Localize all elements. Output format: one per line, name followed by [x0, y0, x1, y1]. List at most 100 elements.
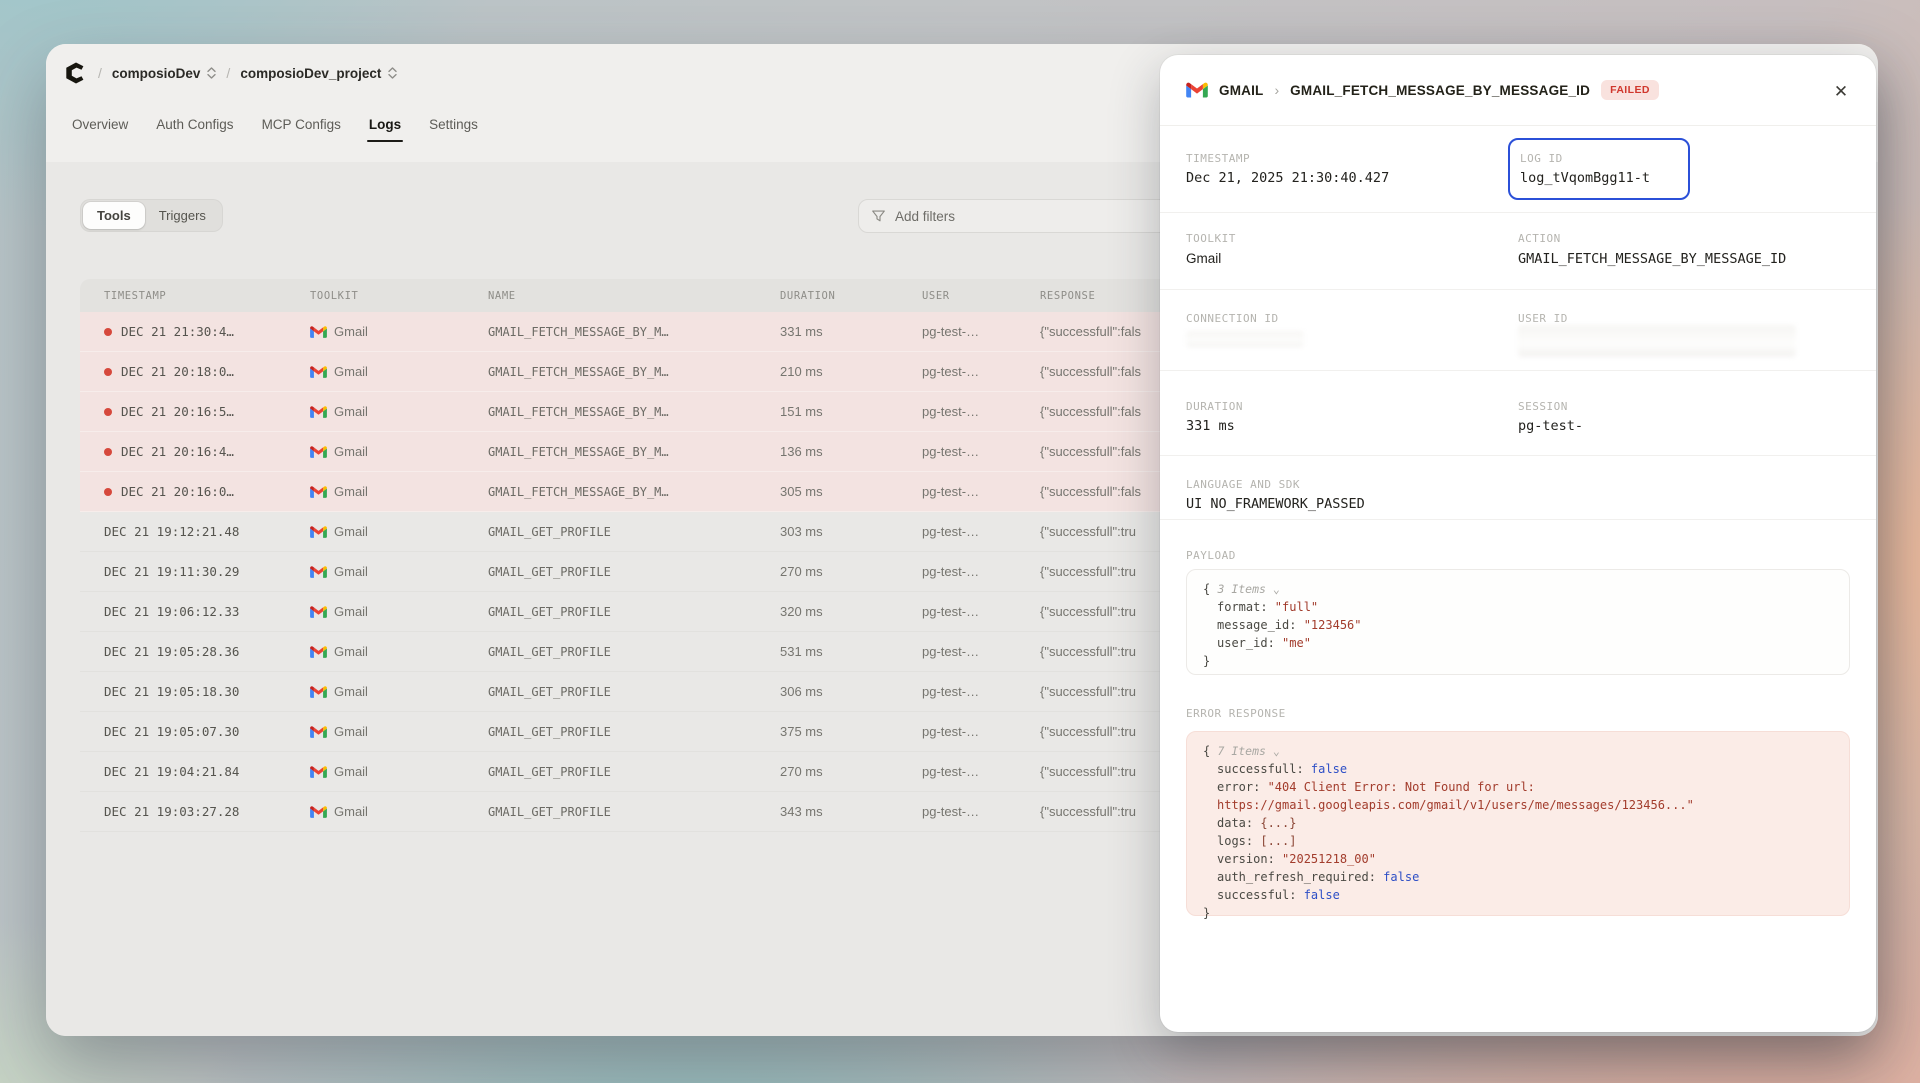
row-timestamp: DEC 21 19:06:12.33 [104, 604, 239, 619]
status-badge: FAILED [1601, 80, 1659, 100]
tab-overview[interactable]: Overview [58, 107, 142, 148]
row-response: {"successfull":fals [1040, 324, 1176, 339]
failed-status-dot-icon [104, 488, 112, 496]
table-row[interactable]: DEC 21 19:06:12.33 Gmail GMAIL_GET_PROFILE… [80, 592, 1176, 632]
table-row[interactable]: DEC 21 19:04:21.84GmailGMAIL_GET_PROFILE… [80, 752, 1176, 792]
error-items-toggle[interactable]: 7 Items ⌄ [1217, 744, 1279, 758]
payload-items-toggle[interactable]: 3 Items ⌄ [1217, 582, 1279, 596]
row-duration: 320 ms [780, 604, 922, 619]
row-user: pg-test-… [922, 324, 1040, 339]
gmail-icon [310, 725, 327, 739]
breadcrumb-separator: / [98, 65, 102, 81]
table-row[interactable]: DEC 21 19:05:18.30 Gmail GMAIL_GET_PROFILE… [80, 672, 1176, 712]
toolkit-value: Gmail [1186, 251, 1221, 266]
log-id-field[interactable] [1508, 138, 1690, 200]
chevron-up-down-icon [207, 67, 216, 79]
col-user: USER [922, 290, 1040, 302]
divider [1160, 289, 1876, 290]
row-duration: 375 ms [780, 724, 922, 739]
row-duration: 303 ms [780, 524, 922, 539]
row-timestamp: DEC 21 20:18:0… [121, 364, 234, 379]
toggle-triggers-button[interactable]: Triggers [145, 202, 220, 229]
user-id-label: USER ID [1518, 312, 1568, 325]
log-type-toggle: Tools Triggers [80, 199, 223, 232]
divider [1160, 212, 1876, 213]
row-timestamp: DEC 21 19:05:28.36 [104, 644, 239, 659]
project-selector[interactable]: composioDev_project [240, 66, 397, 81]
error-response-json-viewer: { 7 Items ⌄ successfull: false error: "4… [1186, 731, 1850, 916]
breadcrumb-separator: / [226, 65, 230, 81]
row-timestamp: DEC 21 20:16:0… [121, 484, 234, 499]
table-row[interactable]: DEC 21 20:16:5…GmailGMAIL_FETCH_MESSAGE_… [80, 392, 1176, 432]
table-row[interactable]: DEC 21 20:18:0…GmailGMAIL_FETCH_MESSAGE_… [80, 352, 1176, 392]
row-response: {"successfull":tru [1040, 564, 1176, 579]
row-duration: 306 ms [780, 684, 922, 699]
table-row[interactable]: DEC 21 20:16:0…GmailGMAIL_FETCH_MESSAGE_… [80, 472, 1176, 512]
col-name: NAME [488, 290, 780, 302]
toggle-tools-button[interactable]: Tools [83, 202, 145, 229]
row-timestamp: DEC 21 19:11:30.29 [104, 564, 239, 579]
row-user: pg-test-… [922, 604, 1040, 619]
gmail-icon [310, 765, 327, 779]
connection-id-label: CONNECTION ID [1186, 312, 1279, 325]
row-user: pg-test-… [922, 444, 1040, 459]
row-response: {"successfull":tru [1040, 684, 1176, 699]
close-icon[interactable]: ✕ [1830, 81, 1852, 103]
gmail-icon [310, 805, 327, 819]
tab-mcp-configs[interactable]: MCP Configs [248, 107, 355, 148]
row-name: GMAIL_GET_PROFILE [488, 805, 780, 819]
tab-settings[interactable]: Settings [415, 107, 492, 148]
row-toolkit: Gmail [334, 604, 368, 619]
row-toolkit: Gmail [334, 804, 368, 819]
tab-logs[interactable]: Logs [355, 107, 415, 148]
gmail-icon [310, 445, 327, 459]
row-name: GMAIL_GET_PROFILE [488, 565, 780, 579]
row-duration: 270 ms [780, 564, 922, 579]
row-toolkit: Gmail [334, 724, 368, 739]
row-name: GMAIL_GET_PROFILE [488, 685, 780, 699]
row-user: pg-test-… [922, 364, 1040, 379]
row-duration: 343 ms [780, 804, 922, 819]
row-name: GMAIL_FETCH_MESSAGE_BY_M… [488, 405, 780, 419]
row-duration: 331 ms [780, 324, 922, 339]
gmail-icon [310, 485, 327, 499]
row-user: pg-test-… [922, 564, 1040, 579]
row-name: GMAIL_GET_PROFILE [488, 525, 780, 539]
row-response: {"successfull":fals [1040, 364, 1176, 379]
composio-logo-icon[interactable] [62, 60, 88, 86]
failed-status-dot-icon [104, 448, 112, 456]
gmail-icon [310, 405, 327, 419]
divider [1160, 455, 1876, 456]
table-header: TIMESTAMP TOOLKIT NAME DURATION USER RES… [80, 279, 1176, 312]
duration-value: 331 ms [1186, 418, 1235, 434]
org-selector[interactable]: composioDev [112, 66, 217, 81]
failed-status-dot-icon [104, 408, 112, 416]
nav-tabs: Overview Auth Configs MCP Configs Logs S… [58, 107, 492, 148]
row-duration: 151 ms [780, 404, 922, 419]
table-row[interactable]: DEC 21 19:11:30.29GmailGMAIL_GET_PROFILE… [80, 552, 1176, 592]
chevron-up-down-icon [388, 67, 397, 79]
row-timestamp: DEC 21 20:16:4… [121, 444, 234, 459]
tab-auth-configs[interactable]: Auth Configs [142, 107, 247, 148]
connection-id-redacted-value [1186, 331, 1304, 347]
row-response: {"successfull":tru [1040, 804, 1176, 819]
action-value: GMAIL_FETCH_MESSAGE_BY_MESSAGE_ID [1518, 251, 1786, 267]
table-row[interactable]: DEC 21 19:12:21.48GmailGMAIL_GET_PROFILE… [80, 512, 1176, 552]
row-timestamp: DEC 21 19:05:18.30 [104, 684, 239, 699]
row-toolkit: Gmail [334, 684, 368, 699]
row-name: GMAIL_FETCH_MESSAGE_BY_M… [488, 485, 780, 499]
row-name: GMAIL_GET_PROFILE [488, 605, 780, 619]
error-response-label: ERROR RESPONSE [1186, 707, 1286, 720]
table-row[interactable]: DEC 21 19:05:07.30GmailGMAIL_GET_PROFILE… [80, 712, 1176, 752]
table-row[interactable]: DEC 21 19:03:27.28GmailGMAIL_GET_PROFILE… [80, 792, 1176, 832]
table-row[interactable]: DEC 21 19:05:28.36GmailGMAIL_GET_PROFILE… [80, 632, 1176, 672]
row-name: GMAIL_GET_PROFILE [488, 765, 780, 779]
row-name: GMAIL_FETCH_MESSAGE_BY_M… [488, 365, 780, 379]
gmail-icon [310, 525, 327, 539]
duration-label: DURATION [1186, 400, 1243, 413]
table-row[interactable]: DEC 21 20:16:4…GmailGMAIL_FETCH_MESSAGE_… [80, 432, 1176, 472]
table-row[interactable]: DEC 21 21:30:4…GmailGMAIL_FETCH_MESSAGE_… [80, 312, 1176, 352]
col-duration: DURATION [780, 290, 922, 302]
row-duration: 136 ms [780, 444, 922, 459]
col-toolkit: TOOLKIT [310, 290, 488, 302]
